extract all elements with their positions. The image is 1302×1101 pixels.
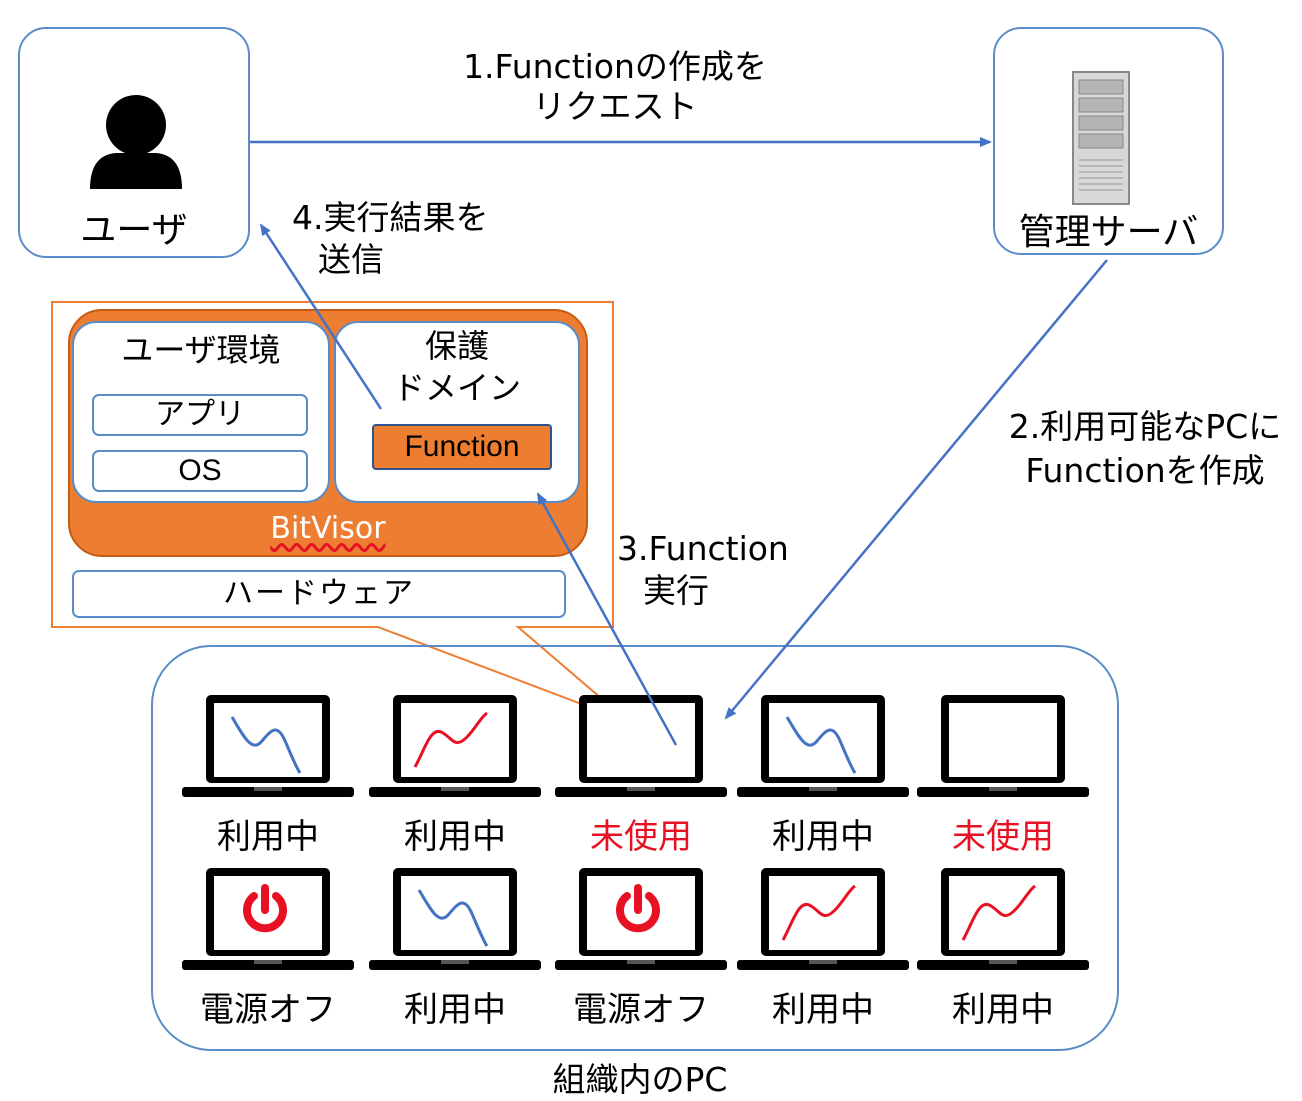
app-layer: アプリ bbox=[92, 394, 308, 436]
user-label: ユーザ bbox=[80, 210, 188, 251]
pc-item: 利用中 bbox=[737, 866, 909, 1036]
user-environment-title: ユーザ環境 bbox=[121, 331, 281, 369]
laptop-icon bbox=[917, 695, 1089, 797]
pc-item: 利用中 bbox=[369, 693, 541, 863]
pc-status-label: 未使用 bbox=[590, 817, 692, 857]
pc-item: 電源オフ bbox=[555, 866, 727, 1036]
pc-status-label: 利用中 bbox=[772, 990, 874, 1030]
pc-status-label: 利用中 bbox=[404, 817, 506, 857]
laptop-icon bbox=[182, 868, 354, 970]
hypervisor-label: BitVisor bbox=[270, 511, 386, 546]
pc-status-label: 利用中 bbox=[217, 817, 319, 857]
laptop-icon bbox=[555, 695, 727, 797]
laptop-icon bbox=[182, 695, 354, 797]
step4-label: 4.実行結果を 送信 bbox=[292, 198, 489, 279]
pc-item: 利用中 bbox=[369, 866, 541, 1036]
pc-item: 利用中 bbox=[737, 693, 909, 863]
hardware-layer: ハードウェア bbox=[72, 570, 566, 618]
pc-status-label: 電源オフ bbox=[200, 990, 336, 1030]
step2-label: 2.利用可能なPCに Functionを作成 bbox=[1008, 407, 1282, 490]
pc-item: 未使用 bbox=[555, 693, 727, 863]
server-label: 管理サーバ bbox=[1018, 212, 1199, 253]
pc-item: 利用中 bbox=[917, 866, 1089, 1036]
user-icon bbox=[90, 95, 182, 189]
pc-status-label: 未使用 bbox=[952, 817, 1054, 857]
pc-item: 電源オフ bbox=[182, 866, 354, 1036]
pc-status-label: 利用中 bbox=[952, 990, 1054, 1030]
user-environment: ユーザ環境 アプリ OS bbox=[72, 321, 330, 503]
server-icon bbox=[1072, 71, 1130, 205]
laptop-icon bbox=[369, 868, 541, 970]
pc-status-label: 電源オフ bbox=[573, 990, 709, 1030]
protected-domain: 保護 ドメイン Function bbox=[334, 321, 580, 503]
laptop-icon bbox=[737, 695, 909, 797]
server-node: 管理サーバ bbox=[993, 27, 1224, 255]
laptop-icon bbox=[555, 868, 727, 970]
pc-item: 未使用 bbox=[917, 693, 1089, 863]
os-layer: OS bbox=[92, 450, 308, 492]
step1-label: 1.Functionの作成を リクエスト bbox=[463, 47, 767, 126]
pc-status-label: 利用中 bbox=[772, 817, 874, 857]
pc-status-label: 利用中 bbox=[404, 990, 506, 1030]
step3-label: 3.Function 実行 bbox=[617, 529, 789, 610]
function-block: Function bbox=[372, 424, 552, 470]
laptop-icon bbox=[369, 695, 541, 797]
pc-item: 利用中 bbox=[182, 693, 354, 863]
user-node: ユーザ bbox=[18, 27, 250, 258]
protected-domain-title: 保護 ドメイン bbox=[392, 327, 521, 407]
laptop-icon bbox=[917, 868, 1089, 970]
laptop-icon bbox=[737, 868, 909, 970]
